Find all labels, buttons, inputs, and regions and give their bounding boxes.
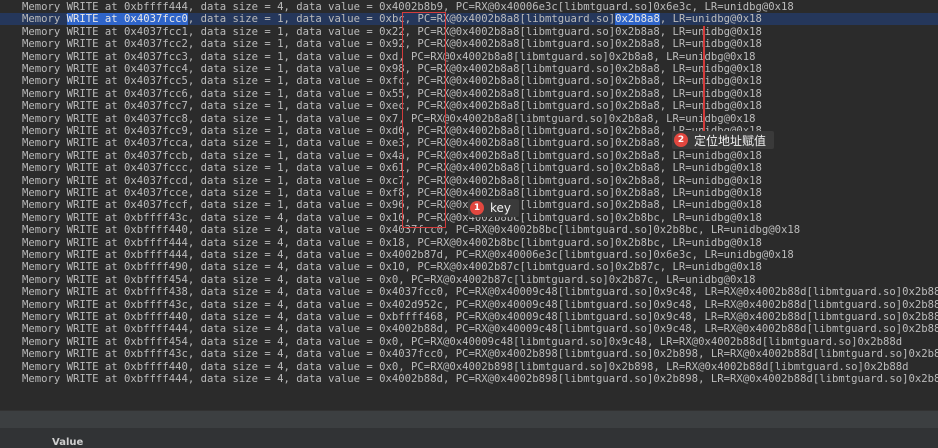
selected-prefix: Memory (22, 13, 67, 25)
log-line[interactable]: Memory WRITE at 0xbffff444, data size = … (22, 237, 762, 249)
offset-annotation-line (703, 26, 705, 136)
log-line[interactable]: Memory WRITE at 0x4037fcc8, data size = … (22, 113, 755, 125)
log-line[interactable]: Memory WRITE at 0xbffff440, data size = … (22, 311, 938, 323)
selected-suffix: , LR=unidbg@0x18 (659, 13, 762, 25)
log-line[interactable]: Memory WRITE at 0x4037fcc7, data size = … (22, 100, 762, 112)
log-line[interactable]: Memory WRITE at 0xbffff444, data size = … (22, 323, 938, 335)
callout-locate-label: 定位地址赋值 (694, 133, 767, 148)
log-line[interactable]: Memory WRITE at 0x4037fcc1, data size = … (22, 26, 762, 38)
console-output[interactable]: Memory WRITE at 0x4037fcc0, data size = … (0, 0, 938, 410)
log-line[interactable]: Memory WRITE at 0xbffff43c, data size = … (22, 212, 762, 224)
log-line[interactable]: Memory WRITE at 0xbffff438, data size = … (22, 286, 938, 298)
log-line[interactable]: Memory WRITE at 0x4037fccf, data size = … (22, 199, 762, 211)
callout-locate: 2 定位地址赋值 (672, 131, 775, 149)
log-line[interactable]: Memory WRITE at 0x4037fccb, data size = … (22, 150, 762, 162)
log-line[interactable]: Memory WRITE at 0x4037fccd, data size = … (22, 175, 762, 187)
log-line-selected[interactable]: Memory WRITE at 0x4037fcc0, data size = … (22, 13, 762, 25)
log-line[interactable]: Memory WRITE at 0x4037fcc4, data size = … (22, 63, 762, 75)
log-line[interactable]: Memory WRITE at 0x4037fcc6, data size = … (22, 88, 762, 100)
log-line[interactable]: Memory WRITE at 0x4037fcc2, data size = … (22, 38, 762, 50)
value-panel-header (0, 428, 938, 448)
log-line[interactable]: Memory WRITE at 0xbffff444, data size = … (22, 373, 938, 385)
callout-key-label: key (490, 201, 512, 215)
log-line[interactable]: Memory WRITE at 0xbffff43c, data size = … (22, 299, 938, 311)
log-line[interactable]: Memory WRITE at 0xbffff43c, data size = … (22, 348, 938, 360)
value-column-header: Value (52, 437, 84, 448)
selected-highlight-address: WRITE at 0x4037fcc0 (66, 13, 188, 25)
selected-highlight-offset: 0x2b8a8 (615, 13, 660, 25)
callout-key-number: 1 (470, 201, 484, 215)
callout-key: 1 key (468, 199, 520, 217)
log-line[interactable]: Memory WRITE at 0x4037fcce, data size = … (22, 187, 762, 199)
log-line[interactable]: Memory WRITE at 0x4037fcca, data size = … (22, 137, 762, 149)
callout-locate-number: 2 (674, 133, 688, 147)
log-line[interactable]: Memory WRITE at 0xbffff440, data size = … (22, 361, 909, 373)
key-bytes-annotation-box (402, 12, 446, 228)
log-line[interactable]: Memory WRITE at 0x4037fccc, data size = … (22, 162, 762, 174)
log-line[interactable]: Memory WRITE at 0x4037fcc9, data size = … (22, 125, 762, 137)
log-line[interactable]: Memory WRITE at 0x4037fcc3, data size = … (22, 51, 755, 63)
panel-divider[interactable] (0, 410, 938, 429)
log-line[interactable]: Memory WRITE at 0xbffff444, data size = … (22, 249, 794, 261)
log-line[interactable]: Memory WRITE at 0xbffff454, data size = … (22, 336, 902, 348)
log-line[interactable]: Memory WRITE at 0x4037fcc5, data size = … (22, 75, 762, 87)
log-line[interactable]: Memory WRITE at 0xbffff454, data size = … (22, 274, 755, 286)
log-line[interactable]: Memory WRITE at 0xbffff490, data size = … (22, 261, 762, 273)
